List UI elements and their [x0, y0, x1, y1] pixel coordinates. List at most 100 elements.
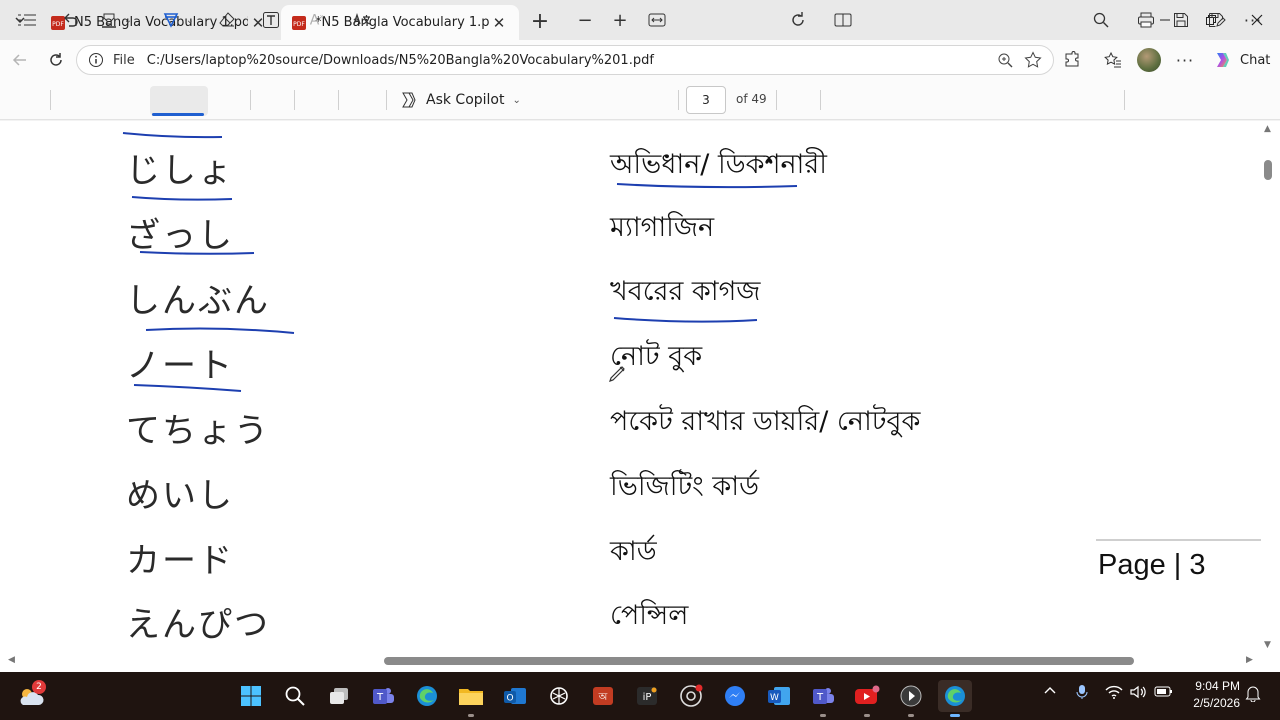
- erase-button[interactable]: [214, 6, 240, 34]
- edge-pdf-app-button[interactable]: [938, 680, 972, 712]
- play-icon: [900, 685, 922, 707]
- back-button[interactable]: [6, 46, 34, 74]
- copilot-app-button[interactable]: [542, 680, 576, 712]
- chrome-app-button[interactable]: [674, 680, 708, 712]
- search-icon: [285, 686, 305, 706]
- page-number-input[interactable]: 3: [686, 86, 726, 114]
- microphone-button[interactable]: [1075, 684, 1089, 704]
- task-view-icon: [330, 688, 348, 704]
- favorites-button[interactable]: [1099, 46, 1127, 74]
- wifi-button[interactable]: [1105, 684, 1123, 704]
- pen-cursor-icon: [609, 366, 625, 382]
- edge-browser-icon: [945, 686, 965, 706]
- ink-stroke: [145, 327, 295, 334]
- site-info-icon[interactable]: [85, 49, 107, 71]
- rotate-icon: [792, 12, 804, 26]
- svg-text:T: T: [816, 692, 824, 703]
- page-view-button[interactable]: [830, 6, 856, 34]
- scroll-right-arrow-icon[interactable]: ▶: [1246, 655, 1253, 665]
- speaker-icon: [1130, 685, 1146, 699]
- ask-copilot-button[interactable]: Ask Copilot ⌄: [398, 86, 521, 114]
- undo-button[interactable]: [58, 6, 84, 34]
- scroll-left-arrow-icon[interactable]: ◀: [8, 655, 15, 665]
- scroll-up-arrow-icon[interactable]: ▲: [1264, 124, 1271, 134]
- show-hidden-icons-button[interactable]: [1043, 684, 1057, 702]
- vertical-scroll-thumb[interactable]: [1264, 160, 1272, 180]
- chevron-down-icon: ⌄: [123, 14, 133, 26]
- notification-bell-icon: [1245, 686, 1261, 703]
- more-dots-icon: ···: [1243, 10, 1263, 30]
- media-app-button[interactable]: অ: [586, 680, 620, 712]
- ip-app-button[interactable]: iP: [630, 680, 664, 712]
- chrome-browser-icon: [680, 684, 703, 707]
- ink-stroke: [613, 317, 758, 323]
- youtube-app-button[interactable]: [850, 680, 884, 712]
- running-indicator: [468, 714, 474, 717]
- highlighter-icon: [101, 13, 116, 28]
- running-indicator: [820, 714, 826, 717]
- taskbar-search-button[interactable]: [278, 680, 312, 712]
- page-footer-rule: [1096, 539, 1261, 541]
- close-tab-button[interactable]: ✕: [489, 13, 509, 33]
- battery-button[interactable]: [1154, 684, 1174, 702]
- scroll-down-arrow-icon[interactable]: ▼: [1264, 640, 1271, 650]
- teams-app-button[interactable]: T: [366, 680, 400, 712]
- vertical-scrollbar[interactable]: [1262, 121, 1274, 653]
- more-options-button[interactable]: ···: [1171, 46, 1199, 74]
- file-explorer-button[interactable]: [454, 680, 488, 712]
- rotate-button[interactable]: [785, 6, 811, 34]
- contents-button[interactable]: [14, 6, 40, 34]
- new-tab-button[interactable]: +: [527, 8, 553, 34]
- page-count-label: of 49: [736, 92, 767, 106]
- ip-app-icon: iP: [637, 687, 657, 705]
- save-as-button[interactable]: [1204, 6, 1230, 34]
- read-aloud-button[interactable]: A»: [304, 6, 330, 34]
- eraser-icon: [219, 12, 235, 27]
- folder-icon: [459, 689, 483, 705]
- system-clock[interactable]: 9:04 PM 2/5/2026: [1186, 678, 1240, 712]
- print-button[interactable]: [1133, 6, 1159, 34]
- copilot-chat-button[interactable]: Chat: [1206, 46, 1274, 74]
- address-url[interactable]: C:/Users/laptop%20source/Downloads/N5%20…: [147, 53, 991, 68]
- task-view-button[interactable]: [322, 680, 356, 712]
- add-text-button[interactable]: [258, 6, 284, 34]
- find-button[interactable]: [1088, 6, 1114, 34]
- svg-text:O: O: [506, 694, 513, 704]
- notifications-button[interactable]: [1245, 684, 1261, 706]
- media-player-app-button[interactable]: [894, 680, 928, 712]
- edge-app-button[interactable]: [410, 680, 444, 712]
- volume-button[interactable]: [1129, 684, 1147, 704]
- teams-work-app-button[interactable]: T: [806, 680, 840, 712]
- extensions-button[interactable]: [1058, 46, 1086, 74]
- translate-icon: [353, 12, 371, 25]
- microphone-icon: [1076, 685, 1088, 699]
- refresh-button[interactable]: [42, 46, 70, 74]
- page-number-footer: Page | 3: [1098, 549, 1206, 581]
- fit-width-button[interactable]: [644, 6, 670, 34]
- messenger-app-button[interactable]: [718, 680, 752, 712]
- horizontal-scroll-thumb[interactable]: [384, 657, 1134, 665]
- save-button[interactable]: [1168, 6, 1194, 34]
- bangla-meaning: ভিজিটিং কার্ড: [610, 471, 759, 502]
- zoom-in-button[interactable]: +: [607, 6, 633, 34]
- printer-icon: [1138, 12, 1154, 28]
- highlight-button[interactable]: ⌄: [92, 6, 140, 34]
- bangla-meaning: পেন্সিল: [610, 600, 689, 631]
- start-button[interactable]: [234, 680, 268, 712]
- pdf-more-options-button[interactable]: ···: [1240, 6, 1266, 34]
- zoom-icon[interactable]: [991, 46, 1019, 74]
- pdf-page-viewport[interactable]: じしょ অভিধান/ ডিকশনারী ざっし ম্যাগাজিন しんぶん …: [0, 121, 1280, 673]
- address-scheme-label: File: [113, 52, 135, 68]
- japanese-word: カード: [126, 541, 234, 581]
- word-app-button[interactable]: W: [762, 680, 796, 712]
- media-app-icon: অ: [593, 687, 613, 705]
- favorite-star-icon[interactable]: [1019, 46, 1047, 74]
- address-bar[interactable]: File C:/Users/laptop%20source/Downloads/…: [76, 45, 1054, 75]
- profile-avatar[interactable]: [1137, 48, 1161, 72]
- translate-button[interactable]: [348, 6, 376, 34]
- running-indicator: [864, 714, 870, 717]
- outlook-app-button[interactable]: O: [498, 680, 532, 712]
- clock-time: 9:04 PM: [1195, 679, 1240, 693]
- zoom-out-button[interactable]: −: [572, 6, 598, 34]
- draw-button[interactable]: ⌄: [152, 6, 204, 34]
